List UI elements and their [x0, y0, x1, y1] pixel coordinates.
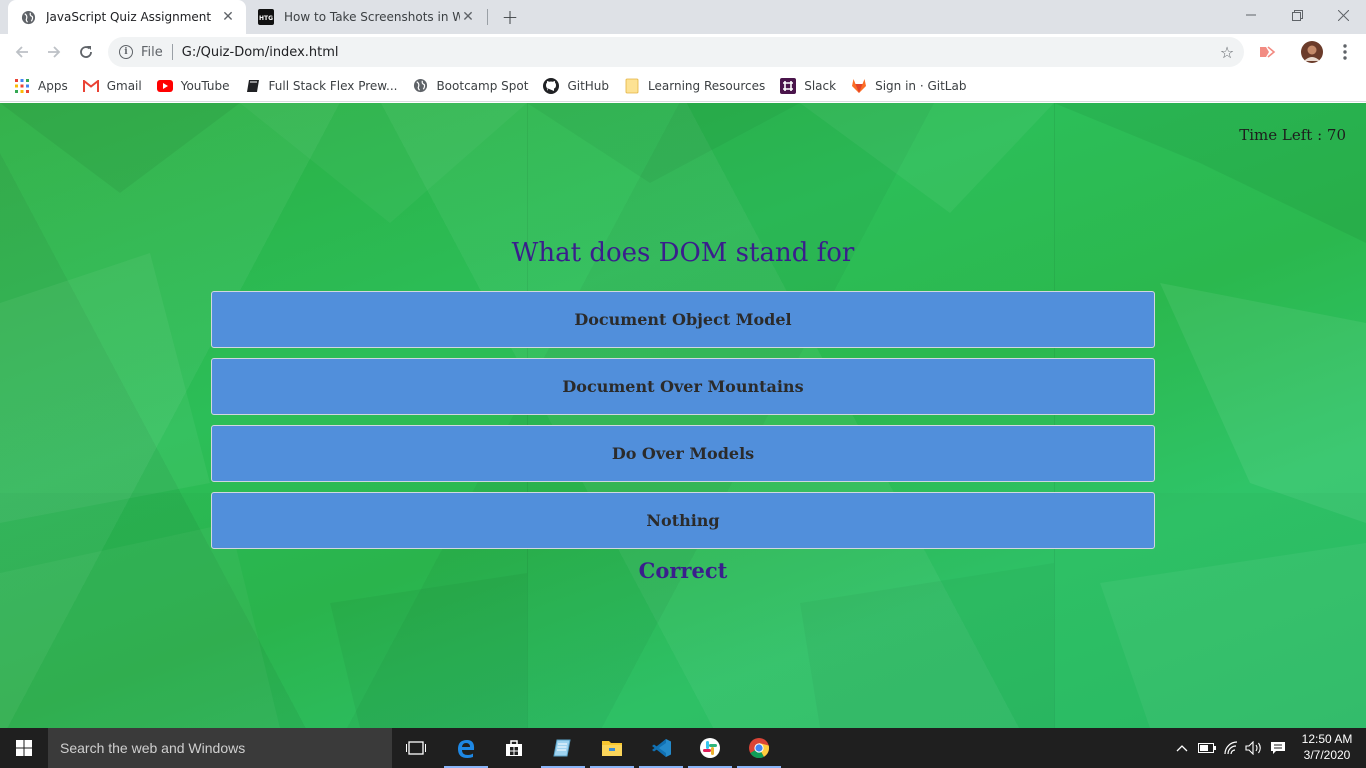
bookmark-gmail[interactable]: Gmail — [82, 78, 142, 94]
tab-title: JavaScript Quiz Assignment — [46, 10, 212, 24]
htg-icon: HTG — [258, 9, 274, 25]
bookmark-label: Learning Resources — [648, 78, 766, 93]
bookmark-youtube[interactable]: YouTube — [156, 78, 230, 94]
clock-time: 12:50 AM — [1301, 732, 1353, 746]
chrome-icon[interactable] — [735, 728, 783, 768]
youtube-icon — [156, 78, 173, 94]
gmail-icon — [82, 78, 99, 94]
address-bar[interactable]: i File G:/Quiz-Dom/index.html ☆ — [108, 37, 1244, 67]
bookmark-label: Gmail — [106, 78, 142, 93]
extension-icon[interactable] — [1254, 39, 1280, 65]
vscode-icon[interactable] — [637, 728, 685, 768]
slack-app-icon[interactable] — [686, 728, 734, 768]
quiz-page: Time Left : 70 What does DOM stand for D… — [0, 103, 1366, 728]
tab-quiz[interactable]: JavaScript Quiz Assignment ✕ — [8, 0, 246, 34]
task-view-icon[interactable] — [392, 728, 440, 768]
url-text: G:/Quiz-Dom/index.html — [181, 44, 339, 60]
reload-button[interactable] — [72, 38, 100, 66]
question-title: What does DOM stand for — [511, 238, 855, 268]
tab-title: How to Take Screenshots in Windows — [284, 10, 460, 24]
clock-date: 3/7/2020 — [1303, 748, 1351, 762]
bookmark-github[interactable]: GitHub — [543, 77, 610, 94]
gitlab-icon — [851, 78, 867, 94]
bookmarks-bar: Apps Gmail YouTube Full Stack Flex Prew.… — [0, 70, 1366, 102]
windows-taskbar: Search the web and Windows 12:50 AM 3/7/… — [0, 728, 1366, 768]
bookmark-gitlab[interactable]: Sign in · GitLab — [851, 78, 966, 94]
tab-strip: JavaScript Quiz Assignment ✕ HTG How to … — [0, 0, 1366, 34]
scheme-label: File — [141, 44, 163, 60]
battery-icon[interactable] — [1197, 738, 1217, 758]
bookmark-label: Full Stack Flex Prew... — [268, 78, 398, 93]
notepad-icon[interactable] — [539, 728, 587, 768]
bookmark-slack[interactable]: Slack — [780, 77, 837, 94]
answer-button-3[interactable]: Do Over Models — [211, 425, 1155, 482]
time-left: Time Left : 70 — [1239, 126, 1346, 144]
folder-icon — [624, 78, 640, 94]
bookmark-label: Bootcamp Spot — [436, 78, 529, 93]
feedback-message: Correct — [638, 558, 728, 583]
browser-toolbar: i File G:/Quiz-Dom/index.html ☆ — [0, 34, 1366, 70]
bookmark-label: Slack — [804, 78, 837, 93]
tab-separator — [487, 9, 488, 25]
tab-screenshots[interactable]: HTG How to Take Screenshots in Windows ✕ — [248, 0, 486, 34]
store-icon[interactable] — [490, 728, 538, 768]
new-tab-button[interactable]: + — [498, 5, 522, 29]
answer-button-2[interactable]: Document Over Mountains — [211, 358, 1155, 415]
svg-text:HTG: HTG — [259, 15, 273, 22]
globe-icon — [412, 78, 428, 94]
info-icon[interactable]: i — [119, 45, 133, 59]
close-window-button[interactable] — [1320, 0, 1366, 30]
wifi-icon[interactable] — [1221, 738, 1241, 758]
omnibox-divider — [171, 44, 173, 60]
bookmark-label: GitHub — [567, 78, 610, 93]
bookmark-apps[interactable]: Apps — [14, 78, 68, 94]
bookmark-star-icon[interactable]: ☆ — [1218, 43, 1236, 62]
bookmark-label: Apps — [38, 78, 68, 93]
book-icon — [245, 78, 261, 94]
notifications-icon[interactable] — [1268, 738, 1288, 758]
bookmark-label: YouTube — [180, 78, 230, 93]
windows-logo-icon — [16, 740, 32, 756]
slack-icon — [780, 77, 797, 94]
menu-kebab-icon[interactable] — [1332, 39, 1358, 65]
minimize-button[interactable] — [1228, 0, 1274, 30]
forward-button[interactable] — [40, 38, 68, 66]
answer-button-1[interactable]: Document Object Model — [211, 291, 1155, 348]
apps-grid-icon — [14, 78, 30, 94]
start-button[interactable] — [0, 728, 48, 768]
volume-icon[interactable] — [1244, 738, 1264, 758]
avatar[interactable] — [1299, 39, 1325, 65]
search-placeholder: Search the web and Windows — [60, 740, 246, 756]
taskbar-search-input[interactable]: Search the web and Windows — [48, 728, 392, 768]
chevron-up-icon[interactable] — [1172, 738, 1192, 758]
restore-button[interactable] — [1274, 0, 1320, 30]
bookmark-learning-resources[interactable]: Learning Resources — [624, 78, 765, 94]
bookmark-label: Sign in · GitLab — [875, 78, 967, 93]
file-explorer-icon[interactable] — [588, 728, 636, 768]
globe-icon — [20, 9, 36, 25]
back-button[interactable] — [8, 38, 36, 66]
background-pattern — [0, 103, 1366, 728]
bookmark-bootcamp-spot[interactable]: Bootcamp Spot — [412, 78, 528, 94]
answer-button-4[interactable]: Nothing — [211, 492, 1155, 549]
edge-icon[interactable] — [442, 728, 490, 768]
close-icon[interactable]: ✕ — [460, 9, 476, 25]
bookmark-full-stack[interactable]: Full Stack Flex Prew... — [245, 78, 398, 94]
close-icon[interactable]: ✕ — [220, 9, 236, 25]
github-icon — [543, 77, 560, 94]
taskbar-clock[interactable]: 12:50 AM 3/7/2020 — [1296, 731, 1358, 763]
